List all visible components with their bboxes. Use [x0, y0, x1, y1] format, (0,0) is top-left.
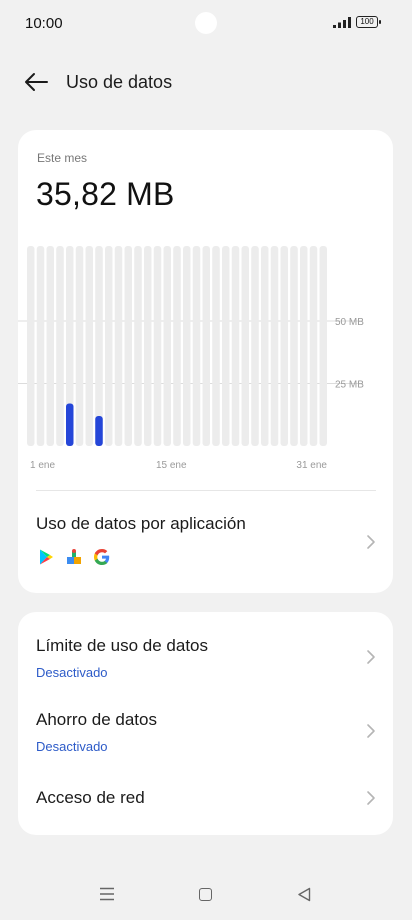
chart-day-track	[192, 246, 201, 446]
data-saver-row[interactable]: Ahorro de datos Desactivado	[18, 686, 393, 760]
navigation-bar	[0, 870, 412, 920]
chart-day-track	[280, 246, 288, 446]
chart-day-track	[144, 246, 152, 446]
chart-day-track	[105, 246, 113, 446]
status-bar: 10:00 100	[0, 0, 412, 46]
signal-icon	[333, 17, 351, 28]
chart-day-track	[202, 246, 210, 446]
app-usage-row[interactable]: Uso de datos por aplicación	[18, 500, 393, 592]
chart-day-track	[251, 246, 259, 446]
chart-day-track	[183, 246, 191, 446]
chart-day-track	[27, 246, 35, 446]
camera-cutout	[195, 12, 217, 34]
data-limit-row[interactable]: Límite de uso de datos Desactivado	[18, 612, 393, 686]
chart-day-track	[212, 246, 220, 446]
chevron-right-icon	[367, 791, 375, 805]
data-limit-status: Desactivado	[36, 665, 108, 680]
chart-day-track	[114, 246, 123, 446]
data-usage-card: Este mes 35,82 MB 50 MB 25 MB 1 ene 15 ene 3…	[18, 130, 393, 593]
chart-day-track	[261, 246, 269, 446]
settings-card: Límite de uso de datos Desactivado Ahorr…	[18, 612, 393, 835]
chart-day-track	[163, 246, 171, 446]
chart-day-track	[309, 246, 318, 446]
x-tick-label: 1 ene	[30, 460, 55, 471]
data-saver-status: Desactivado	[36, 739, 108, 754]
network-access-row[interactable]: Acceso de red	[18, 760, 393, 834]
puzzle-app-icon	[65, 548, 83, 566]
y-tick-label: 50 MB	[335, 317, 364, 328]
chart-day-track	[56, 246, 64, 446]
chart-day-track	[46, 246, 54, 446]
chart-day-track	[290, 246, 298, 446]
total-usage-value: 35,82 MB	[36, 176, 175, 212]
chevron-right-icon	[367, 650, 375, 664]
chevron-right-icon	[367, 535, 375, 549]
usage-chart: 50 MB 25 MB 1 ene 15 ene 31 ene	[18, 246, 364, 471]
back-arrow-icon[interactable]	[22, 70, 50, 94]
data-limit-title: Límite de uso de datos	[36, 636, 209, 655]
chart-day-track	[222, 246, 230, 446]
chart-day-track	[153, 246, 162, 446]
page-title: Uso de datos	[66, 72, 173, 92]
chart-bar	[66, 403, 74, 446]
status-time: 10:00	[25, 15, 63, 32]
chevron-right-icon	[367, 724, 375, 738]
y-tick-label: 25 MB	[335, 380, 364, 391]
home-icon[interactable]	[199, 888, 212, 901]
period-label: Este mes	[37, 151, 88, 165]
chart-day-track	[300, 246, 308, 446]
chart-day-track	[231, 246, 240, 446]
app-icons	[37, 548, 111, 566]
chart-day-track	[85, 246, 93, 446]
x-tick-label: 31 ene	[296, 460, 327, 471]
x-tick-label: 15 ene	[156, 460, 187, 471]
chart-bar	[95, 416, 103, 446]
chart-day-track	[75, 246, 84, 446]
google-icon	[93, 548, 111, 566]
chart-day-track	[173, 246, 181, 446]
network-access-title: Acceso de red	[36, 788, 145, 807]
recent-apps-icon[interactable]	[99, 887, 115, 901]
chart-day-track	[270, 246, 279, 446]
chart-day-track	[36, 246, 45, 446]
back-triangle-icon[interactable]	[297, 887, 311, 902]
data-saver-title: Ahorro de datos	[36, 710, 157, 729]
chart-day-track	[124, 246, 132, 446]
divider	[36, 490, 376, 491]
chart-day-track	[241, 246, 249, 446]
battery-icon: 100	[356, 16, 381, 28]
app-header: Uso de datos	[0, 60, 412, 104]
chart-day-track	[134, 246, 142, 446]
app-usage-label: Uso de datos por aplicación	[36, 514, 246, 533]
google-play-icon	[37, 548, 55, 566]
chart-day-track	[319, 246, 327, 446]
